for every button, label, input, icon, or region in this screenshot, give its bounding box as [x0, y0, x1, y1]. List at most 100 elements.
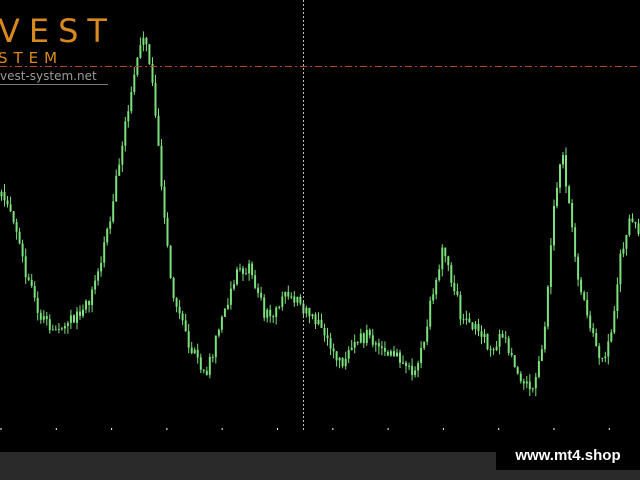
candle-body — [281, 296, 284, 307]
candle-body — [269, 309, 272, 317]
candle-body — [483, 333, 486, 337]
candle-body — [556, 187, 558, 206]
candle-body — [296, 296, 299, 303]
candle-body — [199, 357, 202, 370]
candle-body — [24, 256, 27, 278]
candle-body — [495, 346, 498, 350]
candle-body — [121, 145, 124, 165]
candle-body — [374, 343, 377, 345]
candle-body — [414, 370, 417, 375]
candle-body — [181, 313, 184, 321]
candle-body — [272, 316, 275, 318]
candle-body — [60, 328, 63, 330]
candle-body — [190, 347, 193, 354]
candle-body — [163, 186, 166, 218]
candle-body — [637, 223, 640, 234]
candle-body — [97, 271, 100, 281]
candle-body — [489, 349, 492, 351]
candle-body — [175, 298, 178, 307]
candle-body — [610, 332, 613, 342]
candle-body — [549, 245, 552, 287]
candle-body — [399, 352, 401, 363]
candle-body — [314, 314, 317, 325]
candle-body — [42, 316, 45, 320]
candle-body — [516, 367, 519, 374]
candle-body — [613, 311, 616, 333]
candle-body — [76, 311, 78, 323]
candle-body — [528, 381, 531, 390]
candle-body — [148, 44, 151, 64]
candle-body — [15, 222, 18, 232]
candle-body — [592, 328, 595, 334]
candle-body — [619, 253, 622, 285]
candle-body — [320, 319, 323, 328]
candle-body — [311, 314, 314, 317]
candle-body — [226, 304, 229, 309]
candle-body — [531, 388, 534, 390]
candle-body — [242, 268, 244, 274]
candle-body — [471, 322, 474, 330]
candle-body — [540, 349, 543, 361]
candle-body — [115, 175, 118, 202]
candle-body — [145, 37, 148, 45]
candle-body — [251, 263, 254, 276]
candle-body — [332, 348, 335, 352]
candle-body — [586, 299, 589, 316]
price-chart[interactable]: 31 Oct 02:1531 Oct 06:1531 Oct 10:1531 O… — [0, 0, 640, 430]
candle-body — [290, 296, 293, 298]
candle-body — [160, 145, 163, 187]
candle-body — [127, 111, 130, 122]
candle-body — [353, 342, 356, 348]
candle-body — [88, 300, 91, 305]
candle-body — [217, 329, 220, 336]
candle-body — [405, 362, 407, 367]
candle-body — [275, 307, 278, 317]
candle-body — [284, 291, 287, 297]
candle-body — [329, 338, 332, 349]
candle-body — [130, 91, 133, 112]
candle-body — [480, 331, 483, 337]
candle-body — [537, 361, 540, 377]
candle-body — [450, 265, 453, 283]
candle-body — [607, 341, 610, 357]
candle-body — [260, 292, 263, 298]
candle-body — [368, 330, 371, 336]
candle-body — [553, 205, 555, 246]
candle-body — [317, 319, 320, 325]
candle-body — [233, 284, 235, 289]
candle-body — [100, 262, 103, 272]
candle-body — [432, 294, 435, 301]
candle-body — [426, 326, 429, 342]
candle-body — [380, 346, 383, 348]
candle-body — [266, 309, 269, 318]
candle-body — [3, 191, 6, 201]
candle-body — [568, 186, 571, 203]
candle-body — [350, 347, 353, 351]
candle-body — [139, 45, 142, 58]
candle-body — [447, 256, 450, 266]
candle-body — [501, 333, 504, 338]
candle-body — [462, 319, 465, 321]
candle-body — [248, 263, 251, 274]
candle-body — [362, 333, 365, 344]
candle-body — [393, 351, 395, 357]
candle-body — [513, 355, 516, 368]
candle-body — [504, 337, 507, 339]
candle-body — [429, 300, 432, 327]
candle-body — [522, 381, 525, 384]
candle-body — [33, 286, 36, 298]
candle-body — [519, 373, 522, 382]
candle-body — [0, 191, 3, 197]
candle-body — [287, 291, 290, 297]
candle-body — [157, 115, 160, 146]
chart-window[interactable]: 31 Oct 02:1531 Oct 06:1531 Oct 10:1531 O… — [0, 0, 640, 480]
candle-body — [263, 297, 266, 318]
candle-body — [417, 363, 420, 371]
candle-body — [254, 275, 257, 288]
candle-body — [205, 370, 208, 375]
candle-body — [39, 312, 42, 320]
candle-body — [202, 369, 205, 371]
candle-body — [278, 306, 281, 308]
candle-body — [616, 284, 619, 311]
candle-body — [133, 74, 136, 92]
